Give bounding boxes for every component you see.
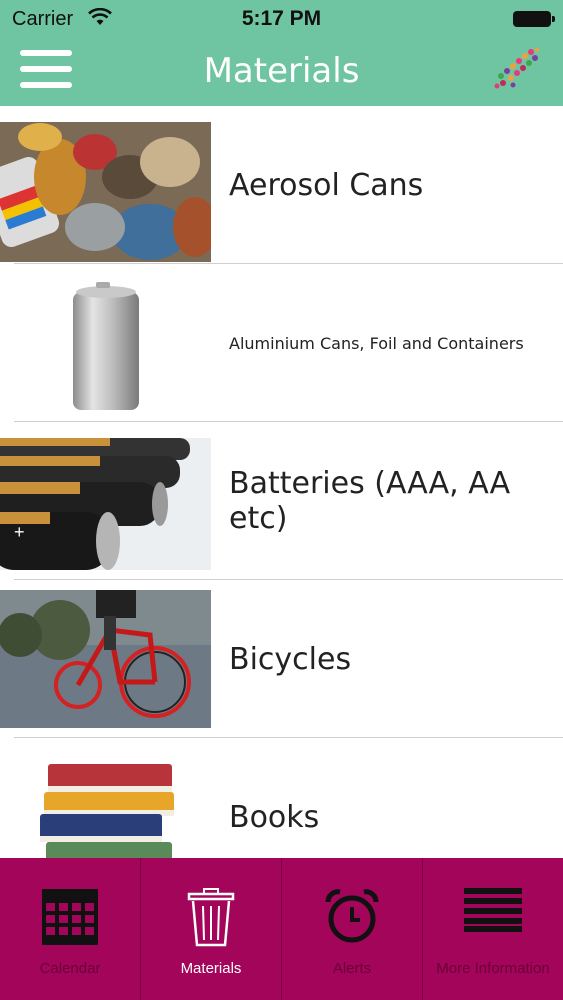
list-item[interactable]: Aerosol Cans (0, 106, 563, 264)
material-label: Aluminium Cans, Foil and Containers (229, 333, 524, 353)
battery-icon (513, 11, 555, 27)
tab-label: More Information (436, 960, 550, 977)
material-label: Batteries (AAA, AA etc) (229, 466, 511, 536)
tab-alerts[interactable]: Alerts (281, 858, 422, 1000)
list-item[interactable]: Books (0, 738, 563, 858)
material-label: Books (229, 799, 320, 835)
aluminium-can-photo (0, 280, 211, 412)
alarm-clock-icon (325, 889, 379, 943)
batteries-photo: + (0, 438, 211, 570)
bicycle-photo (0, 590, 211, 728)
svg-text:+: + (14, 522, 25, 542)
tab-bar: Calendar Materials Alerts More Informati… (0, 858, 563, 1000)
books-photo (0, 754, 211, 858)
tab-label: Alerts (332, 960, 372, 977)
clock: 5:17 PM (241, 7, 322, 30)
material-label: Bicycles (229, 641, 352, 677)
page-title: Materials (203, 51, 360, 91)
tab-label: Materials (180, 960, 242, 977)
list-item[interactable]: Aluminium Cans, Foil and Containers (0, 264, 563, 422)
aerosol-cans-photo (0, 122, 211, 262)
list-lines-icon (464, 888, 522, 932)
tab-calendar[interactable]: Calendar (0, 858, 140, 1000)
tab-materials[interactable]: Materials (140, 858, 281, 1000)
app-logo-icon[interactable] (491, 44, 543, 96)
status-bar: Carrier 5:17 PM (0, 0, 563, 38)
nav-bar: Materials (0, 38, 563, 106)
list-item[interactable]: + Batteries (AAA, AA etc) (0, 422, 563, 580)
tab-more-information[interactable]: More Information (422, 858, 563, 1000)
tab-label: Calendar (39, 960, 101, 977)
materials-list: Aerosol Cans Aluminium Cans, Foil and Co… (0, 106, 563, 858)
material-label: Aerosol Cans (229, 167, 424, 203)
list-item[interactable]: Bicycles (0, 580, 563, 738)
calendar-icon (42, 889, 98, 945)
trash-bin-icon (187, 888, 235, 947)
